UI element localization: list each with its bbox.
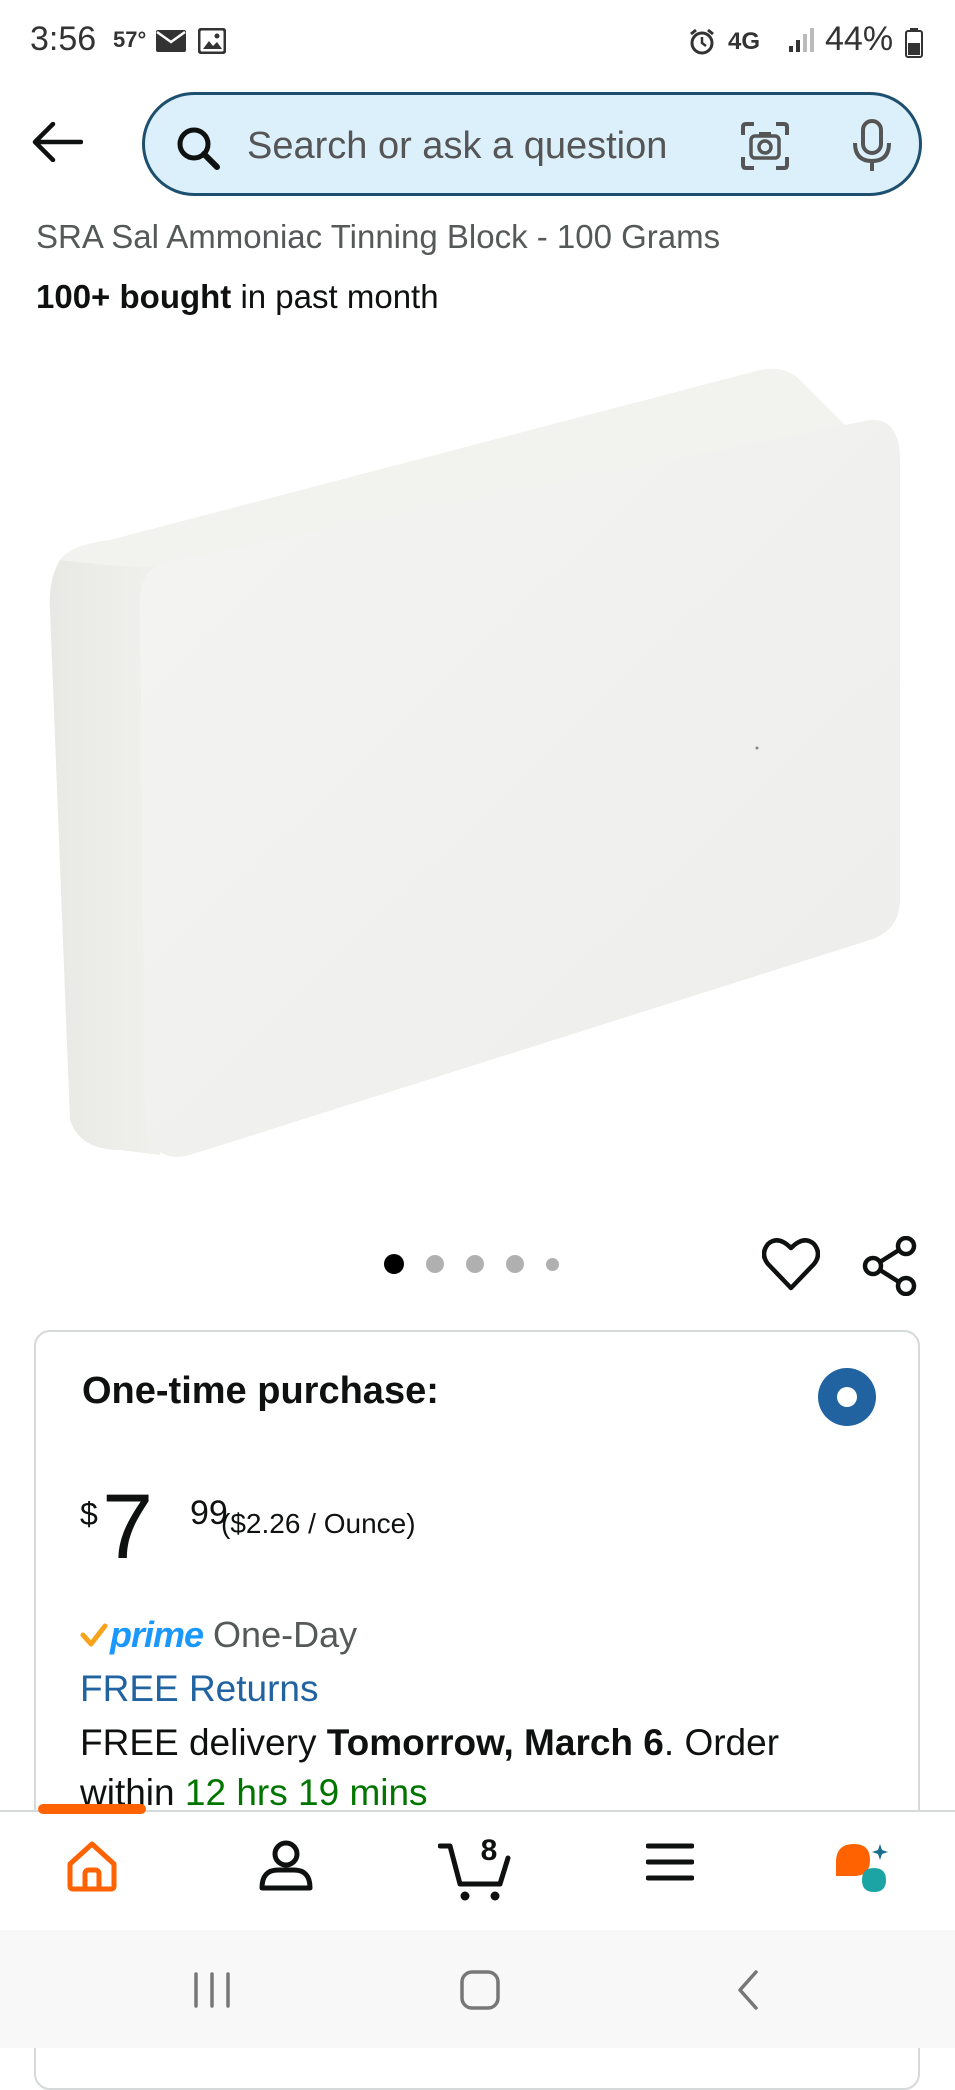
home-icon[interactable] xyxy=(66,1840,118,1897)
microphone-icon[interactable] xyxy=(850,119,894,178)
prime-speed: One-Day xyxy=(213,1614,358,1655)
bought-suffix: in past month xyxy=(231,278,439,315)
back-button[interactable] xyxy=(28,118,86,166)
delivery-prefix: FREE delivery xyxy=(80,1722,327,1763)
bought-count: 100+ bought xyxy=(36,278,232,315)
carousel-dot[interactable] xyxy=(546,1257,559,1271)
system-navigation-bar xyxy=(0,1930,955,2048)
wishlist-heart-icon[interactable] xyxy=(761,1236,821,1297)
system-back-icon[interactable] xyxy=(728,1968,772,2017)
recent-apps-icon[interactable] xyxy=(190,1968,234,2017)
prime-label: prime xyxy=(110,1614,204,1655)
share-icon[interactable] xyxy=(862,1235,918,1301)
menu-icon[interactable] xyxy=(645,1840,695,1889)
bottom-navigation: 8 xyxy=(0,1804,955,1932)
cart-icon[interactable]: 8 xyxy=(437,1834,514,1907)
status-time: 3:56 xyxy=(30,20,97,58)
battery-level: 44% xyxy=(825,20,894,58)
battery-icon xyxy=(905,28,923,63)
price-whole: 7 xyxy=(102,1476,154,1578)
account-icon[interactable] xyxy=(258,1840,314,1897)
carousel-dot-active[interactable] xyxy=(384,1254,404,1274)
arrow-left-icon xyxy=(32,122,83,162)
prime-badge: prime One-Day xyxy=(80,1610,357,1660)
status-bar: 3:56 57° 4G 44% xyxy=(0,0,955,84)
delivery-date: Tomorrow, March 6 xyxy=(326,1722,664,1763)
camera-icon[interactable] xyxy=(740,121,790,176)
search-input[interactable]: Search or ask a question xyxy=(247,125,667,168)
search-icon xyxy=(175,125,221,176)
price-symbol: $ xyxy=(80,1496,98,1532)
bought-in-past-month: 100+ bought in past month xyxy=(36,278,439,316)
mail-icon xyxy=(156,30,186,57)
product-title[interactable]: SRA Sal Ammoniac Tinning Block - 100 Gra… xyxy=(36,218,720,256)
status-temperature: 57° xyxy=(113,27,147,52)
prime-check-icon xyxy=(80,1623,108,1647)
network-type: 4G xyxy=(728,28,761,55)
product-image[interactable] xyxy=(40,360,920,1170)
carousel-dot[interactable] xyxy=(506,1255,524,1273)
signal-icon xyxy=(788,26,816,59)
cart-count: 8 xyxy=(480,1834,498,1867)
rufus-assistant-icon[interactable] xyxy=(832,1840,892,1903)
carousel-dot[interactable] xyxy=(426,1255,444,1273)
one-time-purchase-radio[interactable] xyxy=(818,1368,876,1426)
unit-price: ($2.26 / Ounce) xyxy=(221,1508,416,1539)
free-returns-link[interactable]: FREE Returns xyxy=(80,1668,319,1710)
carousel-dot[interactable] xyxy=(466,1255,484,1273)
search-bar[interactable]: Search or ask a question xyxy=(142,92,922,196)
delivery-info: FREE delivery Tomorrow, March 6. Order w… xyxy=(80,1718,880,1818)
gallery-icon xyxy=(197,27,227,59)
image-carousel-dots[interactable] xyxy=(384,1254,581,1274)
delivery-countdown: 12 hrs 19 mins xyxy=(184,1772,428,1813)
active-tab-indicator xyxy=(38,1804,146,1814)
home-button-icon[interactable] xyxy=(458,1968,502,2017)
purchase-option-title: One-time purchase: xyxy=(82,1370,439,1412)
alarm-icon xyxy=(688,28,716,61)
